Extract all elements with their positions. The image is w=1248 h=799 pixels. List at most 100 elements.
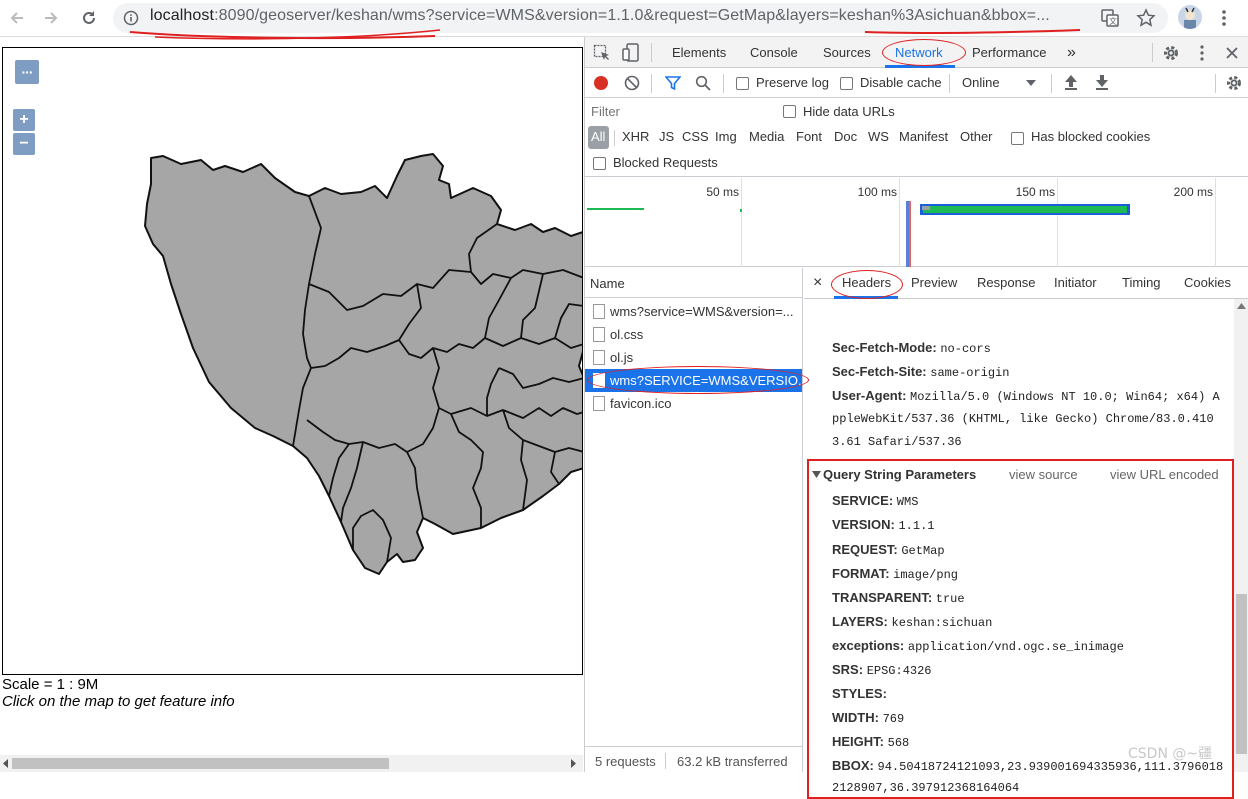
tab-initiator[interactable]: Initiator	[1054, 268, 1097, 298]
request-row[interactable]: ol.css	[585, 323, 802, 346]
grid-line	[1215, 178, 1216, 267]
view-url-encoded-link[interactable]: view URL encoded	[1110, 467, 1219, 482]
chevron-down-icon[interactable]	[1026, 80, 1036, 87]
reload-button[interactable]	[76, 6, 102, 30]
file-icon	[593, 396, 605, 411]
record-icon[interactable]	[593, 75, 609, 91]
devtools-menu-icon[interactable]	[1197, 44, 1207, 62]
timeline-bar	[587, 208, 644, 210]
throttle-select[interactable]: Online	[962, 75, 1000, 90]
scroll-right-icon[interactable]	[569, 759, 577, 768]
detail-tabbar: × Headers Preview Response Initiator Tim…	[804, 268, 1248, 299]
type-js[interactable]: JS	[659, 129, 674, 144]
disable-cache-checkbox[interactable]	[840, 77, 853, 90]
has-blocked-cookies-checkbox[interactable]	[1011, 132, 1024, 145]
divider	[949, 74, 950, 93]
filter-icon[interactable]	[665, 75, 681, 91]
tick-label: 50 ms	[706, 185, 739, 199]
timeline-bar	[922, 206, 930, 210]
tab-console[interactable]: Console	[750, 37, 798, 68]
divider	[651, 74, 652, 93]
scroll-up-icon[interactable]	[1237, 303, 1246, 309]
param-line: WIDTH: 769	[832, 710, 905, 726]
type-font[interactable]: Font	[796, 129, 822, 144]
param-line: LAYERS: keshan:sichuan	[832, 614, 993, 630]
preserve-log-label: Preserve log	[756, 75, 829, 90]
back-button[interactable]	[4, 6, 30, 30]
param-line: HEIGHT: 568	[832, 734, 910, 750]
type-ws[interactable]: WS	[868, 129, 889, 144]
type-manifest[interactable]: Manifest	[899, 129, 948, 144]
menu-kebab-icon[interactable]	[1216, 8, 1232, 28]
star-icon[interactable]	[1136, 8, 1156, 28]
filter-input[interactable]	[588, 101, 768, 121]
translate-icon[interactable]: 文	[1100, 8, 1120, 28]
divider	[1051, 74, 1052, 93]
request-row[interactable]: favicon.ico	[585, 392, 802, 415]
tab-timing[interactable]: Timing	[1122, 268, 1161, 298]
arrow-right-icon	[45, 12, 58, 24]
triangle-down-icon[interactable]	[812, 471, 821, 478]
tick-label: 150 ms	[1015, 185, 1055, 199]
status-bar: 5 requests 63.2 kB transferred	[585, 746, 802, 772]
request-detail: × Headers Preview Response Initiator Tim…	[804, 268, 1248, 799]
blocked-requests-checkbox[interactable]	[593, 157, 606, 170]
header-line-continued: 3.61 Safari/537.36	[832, 435, 962, 449]
file-icon	[593, 304, 605, 319]
import-har-icon[interactable]	[1064, 74, 1078, 91]
name-column-header[interactable]: Name	[585, 268, 802, 298]
preserve-log-checkbox[interactable]	[736, 77, 749, 90]
close-devtools-icon[interactable]	[1225, 46, 1239, 60]
network-overview[interactable]: 50 ms 100 ms 150 ms 200 ms	[585, 178, 1248, 267]
url-text[interactable]: localhost:8090/geoserver/keshan/wms?serv…	[150, 7, 1050, 25]
tab-cookies[interactable]: Cookies	[1184, 268, 1231, 298]
export-har-icon[interactable]	[1095, 74, 1109, 91]
type-img[interactable]: Img	[715, 129, 737, 144]
annotation-circle	[882, 39, 966, 66]
type-xhr[interactable]: XHR	[622, 129, 649, 144]
divider	[614, 130, 615, 146]
more-tabs-button[interactable]: »	[1067, 37, 1076, 68]
page-horizontal-scrollbar[interactable]	[0, 755, 583, 772]
scrollbar-thumb[interactable]	[1236, 594, 1247, 754]
inspect-element-icon[interactable]	[593, 44, 611, 62]
clear-icon[interactable]	[624, 75, 640, 91]
hide-data-urls-checkbox[interactable]	[783, 105, 796, 118]
close-detail-button[interactable]: ×	[813, 268, 822, 298]
request-name: ol.css	[610, 327, 644, 342]
tab-elements[interactable]: Elements	[672, 37, 726, 68]
divider	[665, 753, 666, 769]
map-region-outline	[144, 153, 582, 575]
settings-icon[interactable]	[1162, 44, 1180, 62]
arrow-left-icon	[10, 12, 23, 24]
map-viewport[interactable]: ··· + −	[2, 47, 583, 675]
sichuan-map[interactable]	[3, 48, 583, 675]
map-hint-text: Click on the map to get feature info	[2, 693, 235, 710]
network-settings-icon[interactable]	[1225, 74, 1243, 92]
device-toolbar-icon[interactable]	[622, 43, 640, 63]
qsp-title[interactable]: Query String Parameters	[823, 467, 976, 482]
type-all[interactable]: All	[591, 129, 605, 144]
scroll-left-icon[interactable]	[2, 759, 10, 768]
tab-sources[interactable]: Sources	[823, 37, 871, 68]
tab-response[interactable]: Response	[977, 268, 1036, 298]
devtools-tabbar: Elements Console Sources Network Perform…	[585, 37, 1248, 68]
header-line-continued: ppleWebKit/537.36 (KHTML, like Gecko) Ch…	[832, 412, 1214, 426]
request-name: wms?service=WMS&version=...	[610, 304, 794, 319]
tab-performance[interactable]: Performance	[972, 37, 1046, 68]
search-icon[interactable]	[695, 75, 711, 91]
avatar[interactable]	[1178, 5, 1202, 29]
view-source-link[interactable]: view source	[1009, 467, 1078, 482]
name-header-label: Name	[590, 276, 625, 291]
divider	[1215, 74, 1216, 93]
scrollbar-thumb[interactable]	[12, 758, 389, 769]
type-media[interactable]: Media	[749, 129, 784, 144]
detail-scrollbar[interactable]	[1234, 299, 1248, 772]
type-other[interactable]: Other	[960, 129, 993, 144]
type-doc[interactable]: Doc	[834, 129, 857, 144]
request-row[interactable]: wms?service=WMS&version=...	[585, 300, 802, 323]
type-css[interactable]: CSS	[682, 129, 709, 144]
forward-button[interactable]	[38, 6, 64, 30]
tab-preview[interactable]: Preview	[911, 268, 957, 298]
divider	[651, 43, 652, 62]
